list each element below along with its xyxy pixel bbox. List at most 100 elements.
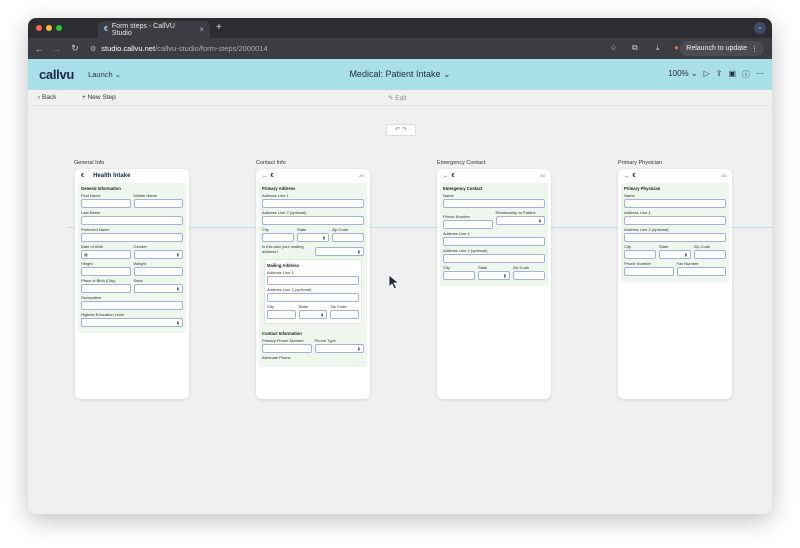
dropdown-icon: ▮: [357, 346, 360, 351]
zip-input[interactable]: [513, 271, 545, 280]
mailing-line2-input[interactable]: [267, 293, 359, 302]
place-of-birth-input[interactable]: [81, 284, 131, 293]
state-select[interactable]: ▮: [297, 233, 329, 242]
edit-button[interactable]: ✎ Edit: [388, 94, 406, 102]
tab-search-icon[interactable]: ⌄: [754, 22, 766, 34]
address-bar: ← → ↻ ⚙ studio.callvu.net/callvu-studio/…: [28, 38, 772, 59]
field-label: Address Line 2 (optional): [624, 227, 669, 232]
state-select[interactable]: ▮: [478, 271, 510, 280]
maximize-window-button[interactable]: [56, 25, 62, 31]
field-label: Zip Code: [694, 244, 711, 249]
callvu-logo[interactable]: callvu: [39, 67, 74, 82]
mailing-line1-input[interactable]: [267, 276, 359, 285]
step-title[interactable]: Emergency Contact: [437, 160, 485, 166]
download-icon[interactable]: ⤓: [656, 43, 660, 53]
calendar-icon[interactable]: ▦: [84, 252, 88, 257]
zip-input[interactable]: [694, 250, 726, 259]
last-name-input[interactable]: [81, 216, 183, 225]
info-icon[interactable]: ⓘ: [742, 69, 750, 80]
dropdown-icon: ▮: [322, 235, 325, 240]
step-card-primary-physician[interactable]: ← € 4/4 Primary Physician Name Address L…: [618, 169, 732, 399]
name-input[interactable]: [624, 199, 726, 208]
step-card-general-info[interactable]: € Health Intake General Information Firs…: [75, 169, 189, 399]
preferred-name-input[interactable]: [81, 233, 183, 242]
gender-select[interactable]: ▮: [133, 250, 183, 259]
zoom-dropdown[interactable]: 100% ⌄: [668, 69, 697, 80]
close-window-button[interactable]: [36, 25, 42, 31]
forward-arrow-icon[interactable]: →: [50, 44, 64, 54]
dob-input[interactable]: ▦: [81, 250, 131, 259]
form-title-dropdown[interactable]: Medical: Patient Intake ⌄: [349, 69, 450, 79]
app-header: callvu Launch ⌄ Medical: Patient Intake …: [28, 59, 772, 90]
address-line2-input[interactable]: [443, 254, 545, 263]
address-line2-input[interactable]: [624, 233, 726, 242]
field-label: Zip Code: [332, 227, 349, 232]
new-tab-button[interactable]: +: [216, 22, 222, 33]
url-path: /callvu-studio/form-steps/2000014: [155, 44, 268, 53]
site-info-icon[interactable]: ⚙: [90, 45, 96, 53]
phone-input[interactable]: [443, 220, 493, 229]
city-input[interactable]: [262, 233, 294, 242]
back-arrow-icon[interactable]: ←: [32, 44, 46, 54]
occupation-input[interactable]: [81, 301, 183, 310]
share-icon[interactable]: ⇪: [716, 69, 723, 80]
field-label: Address Line 2 (optional): [443, 248, 488, 253]
middle-name-input[interactable]: [133, 199, 183, 208]
education-select[interactable]: ▮: [81, 318, 183, 327]
close-tab-icon[interactable]: ×: [199, 25, 204, 34]
first-name-input[interactable]: [81, 199, 131, 208]
field-label: State: [297, 227, 307, 232]
field-label: Fax Number: [676, 261, 699, 266]
height-input[interactable]: [81, 267, 131, 276]
dropdown-icon: ▮: [503, 273, 506, 278]
state-select[interactable]: ▮: [659, 250, 691, 259]
address-line1-input[interactable]: [262, 199, 364, 208]
step-card-contact-info[interactable]: ← € 2/4 Primary Address Address Line 1 A…: [256, 169, 370, 399]
fax-input[interactable]: [676, 267, 726, 276]
url-field[interactable]: ⚙ studio.callvu.net/callvu-studio/form-s…: [90, 44, 268, 53]
phone-input[interactable]: [624, 267, 674, 276]
mailing-address-section: Mailing Address Address Line 1 Address L…: [264, 259, 362, 324]
zip-input[interactable]: [332, 233, 364, 242]
steps-canvas[interactable]: General Info € Health Intake General Inf…: [28, 106, 772, 514]
weight-input[interactable]: [133, 267, 183, 276]
relationship-select[interactable]: ▮: [495, 216, 545, 225]
relaunch-label: Relaunch to update: [686, 45, 747, 52]
address-line1-input[interactable]: [624, 216, 726, 225]
mailing-same-select[interactable]: ▮: [314, 247, 364, 256]
reload-icon[interactable]: ↻: [68, 43, 82, 54]
extensions-icon[interactable]: ⧉: [632, 43, 638, 53]
back-label: Back: [41, 94, 57, 101]
more-icon[interactable]: ⋯: [756, 69, 764, 80]
pencil-icon: ✎: [388, 95, 394, 102]
play-icon[interactable]: ▷: [704, 69, 710, 80]
field-label: City: [443, 265, 450, 270]
bookmark-star-icon[interactable]: ☆: [610, 43, 617, 52]
mailing-city-input[interactable]: [267, 310, 296, 319]
profile-icon[interactable]: ●: [674, 43, 679, 52]
city-input[interactable]: [624, 250, 656, 259]
browser-tab[interactable]: € Form steps - CallVU Studio ×: [98, 21, 210, 38]
state-select[interactable]: ▮: [133, 284, 183, 293]
back-button[interactable]: ‹ Back: [38, 94, 56, 101]
step-title[interactable]: Contact Info: [256, 160, 286, 166]
save-icon[interactable]: ▣: [728, 69, 736, 80]
field-label: Relationship to Patient: [495, 210, 536, 215]
phone-type-select[interactable]: ▮: [314, 344, 364, 353]
address-line2-input[interactable]: [262, 216, 364, 225]
address-line1-input[interactable]: [443, 237, 545, 246]
step-title[interactable]: Primary Physician: [618, 160, 662, 166]
new-step-button[interactable]: + New Step: [82, 94, 116, 101]
mailing-zip-input[interactable]: [330, 310, 360, 319]
step-title[interactable]: General Info: [74, 160, 104, 166]
relaunch-button[interactable]: Relaunch to update ⋮: [680, 41, 764, 56]
city-input[interactable]: [443, 271, 475, 280]
section-title: General Information: [81, 186, 121, 191]
launch-dropdown[interactable]: Launch ⌄: [88, 70, 121, 79]
mailing-state-select[interactable]: ▮: [298, 310, 328, 319]
step-card-emergency-contact[interactable]: ← € 3/4 Emergency Contact Name Phone Num…: [437, 169, 551, 399]
minimize-window-button[interactable]: [46, 25, 52, 31]
field-label: State: [659, 244, 669, 249]
primary-phone-input[interactable]: [262, 344, 312, 353]
name-input[interactable]: [443, 199, 545, 208]
